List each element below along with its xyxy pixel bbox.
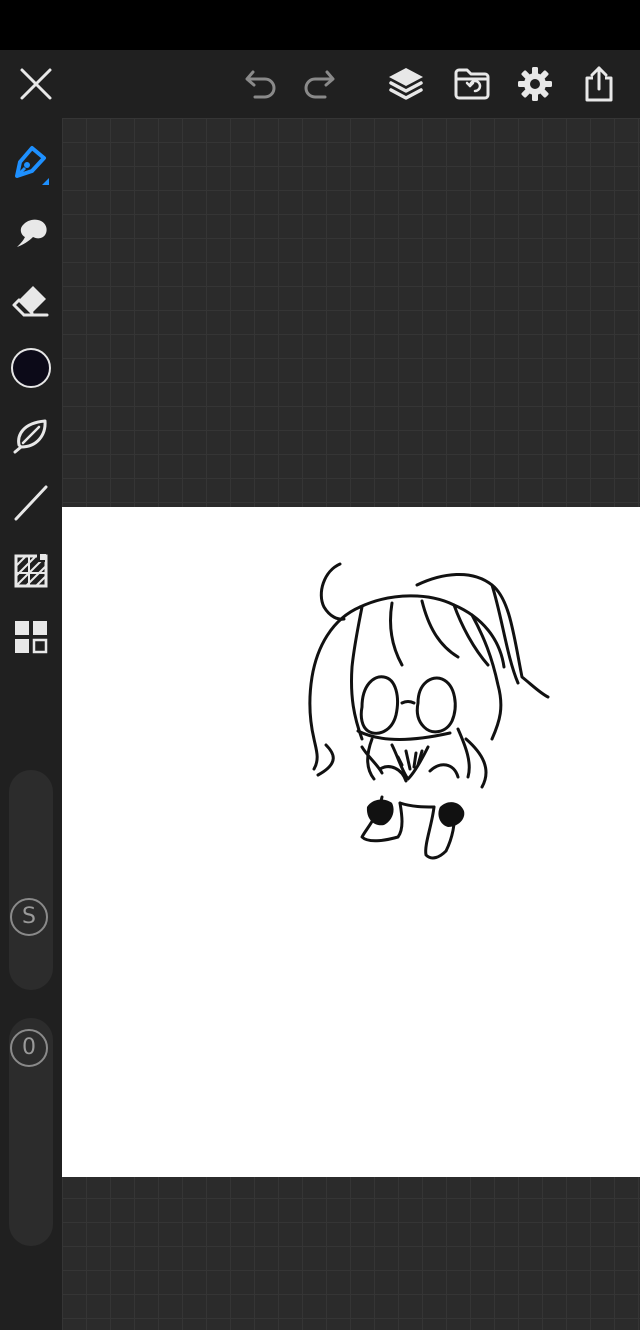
chibi-sketch bbox=[308, 562, 550, 860]
share-icon bbox=[585, 66, 613, 102]
undo-icon bbox=[245, 70, 276, 99]
lasso-icon bbox=[13, 419, 47, 454]
left-toolbar: S 0 bbox=[0, 118, 62, 1330]
redo-icon bbox=[304, 70, 335, 99]
opacity-thumb[interactable]: 0 bbox=[10, 1029, 48, 1067]
smudge-tool-button[interactable] bbox=[6, 208, 56, 258]
brush-size-thumb[interactable]: S bbox=[10, 898, 48, 936]
color-swatch[interactable] bbox=[11, 348, 51, 388]
pen-tool-button[interactable] bbox=[6, 138, 56, 188]
pen-icon bbox=[15, 146, 49, 185]
gallery-button[interactable] bbox=[448, 62, 496, 106]
opacity-slider[interactable]: 0 bbox=[9, 1018, 53, 1246]
fill-pattern-icon bbox=[14, 554, 48, 588]
redo-button[interactable] bbox=[296, 62, 342, 106]
layers-button[interactable] bbox=[382, 62, 430, 106]
grid-layout-icon bbox=[15, 621, 48, 654]
gallery-folder-icon bbox=[454, 68, 490, 100]
share-button[interactable] bbox=[576, 60, 622, 108]
line-icon bbox=[14, 485, 48, 521]
eraser-tool-button[interactable] bbox=[6, 276, 56, 326]
grid-layout-button[interactable] bbox=[6, 612, 56, 662]
gear-icon bbox=[518, 67, 552, 101]
line-tool-button[interactable] bbox=[6, 478, 56, 528]
settings-button[interactable] bbox=[512, 62, 558, 106]
top-toolbar bbox=[0, 50, 640, 118]
drawing-canvas[interactable] bbox=[62, 507, 640, 1177]
eraser-icon bbox=[12, 286, 49, 317]
close-button[interactable] bbox=[12, 62, 60, 106]
fill-tool-button[interactable] bbox=[6, 546, 56, 596]
undo-button[interactable] bbox=[238, 62, 284, 106]
lasso-tool-button[interactable] bbox=[6, 410, 56, 460]
smudge-icon bbox=[17, 219, 47, 247]
layers-icon bbox=[389, 68, 423, 100]
status-bar bbox=[0, 0, 640, 50]
close-icon bbox=[20, 68, 52, 100]
brush-size-slider[interactable]: S bbox=[9, 770, 53, 990]
